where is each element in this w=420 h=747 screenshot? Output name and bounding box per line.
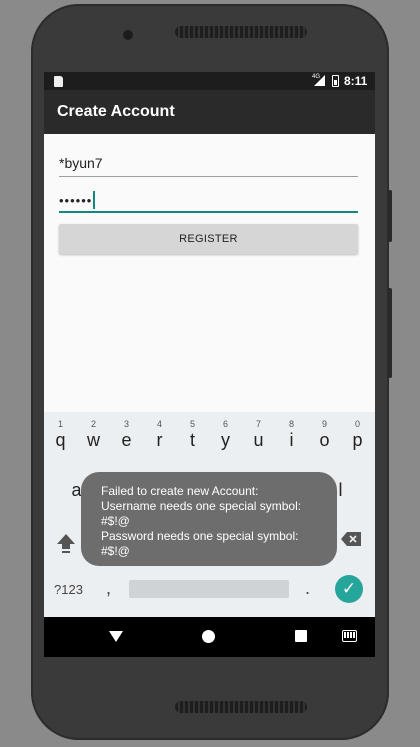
space-bar[interactable]: [129, 580, 289, 598]
toast-line: #$!@: [101, 544, 130, 558]
toast-line: #$!@: [101, 514, 130, 528]
error-toast: Failed to create new Account: Username n…: [81, 472, 337, 566]
home-icon[interactable]: [202, 630, 215, 643]
key-y[interactable]: 6y: [209, 419, 242, 451]
cell-signal-icon: [314, 75, 325, 86]
key-o[interactable]: 9o: [308, 419, 341, 451]
symbols-key[interactable]: ?123: [54, 582, 83, 597]
bottom-speaker: [175, 701, 307, 713]
keyboard-switch-icon[interactable]: [342, 630, 357, 642]
key-w[interactable]: 2w: [77, 419, 110, 451]
recents-icon[interactable]: [295, 630, 307, 642]
comma-key[interactable]: ,: [106, 578, 111, 599]
text-cursor: [93, 191, 96, 209]
toast-line: Password needs one special symbol:: [101, 529, 299, 543]
page-title: Create Account: [57, 103, 175, 120]
navigation-bar: [44, 617, 375, 657]
app-bar: Create Account: [44, 90, 375, 134]
toast-line: Failed to create new Account:: [101, 484, 259, 498]
key-r[interactable]: 4r: [143, 419, 176, 451]
toast-line: Username needs one special symbol:: [101, 499, 302, 513]
password-value: ••••••: [59, 193, 93, 208]
shift-icon[interactable]: [56, 532, 76, 554]
key-p[interactable]: 0p: [341, 419, 374, 451]
username-value: *byun7: [59, 155, 103, 171]
password-field[interactable]: ••••••: [59, 187, 358, 213]
username-field[interactable]: *byun7: [59, 151, 358, 177]
sim-card-icon: [54, 76, 63, 87]
front-camera: [123, 30, 133, 40]
top-speaker: [175, 26, 307, 38]
status-clock: 8:11: [344, 74, 368, 88]
register-button[interactable]: REGISTER: [59, 224, 358, 254]
key-q[interactable]: 1q: [44, 419, 77, 451]
key-t[interactable]: 5t: [176, 419, 209, 451]
device-screen: 4G 8:11 Create Account *byun7 •••••• REG…: [44, 72, 375, 657]
status-bar: 4G 8:11: [44, 72, 375, 90]
volume-button: [388, 288, 392, 378]
key-i[interactable]: 8i: [275, 419, 308, 451]
key-e[interactable]: 3e: [110, 419, 143, 451]
backspace-icon[interactable]: [341, 532, 361, 546]
back-icon[interactable]: [109, 631, 123, 642]
power-button: [388, 190, 392, 242]
battery-icon: [332, 75, 339, 87]
create-account-form: *byun7 •••••• REGISTER: [44, 134, 375, 443]
enter-check-icon[interactable]: ✓: [335, 575, 363, 603]
period-key[interactable]: .: [305, 578, 310, 599]
key-u[interactable]: 7u: [242, 419, 275, 451]
